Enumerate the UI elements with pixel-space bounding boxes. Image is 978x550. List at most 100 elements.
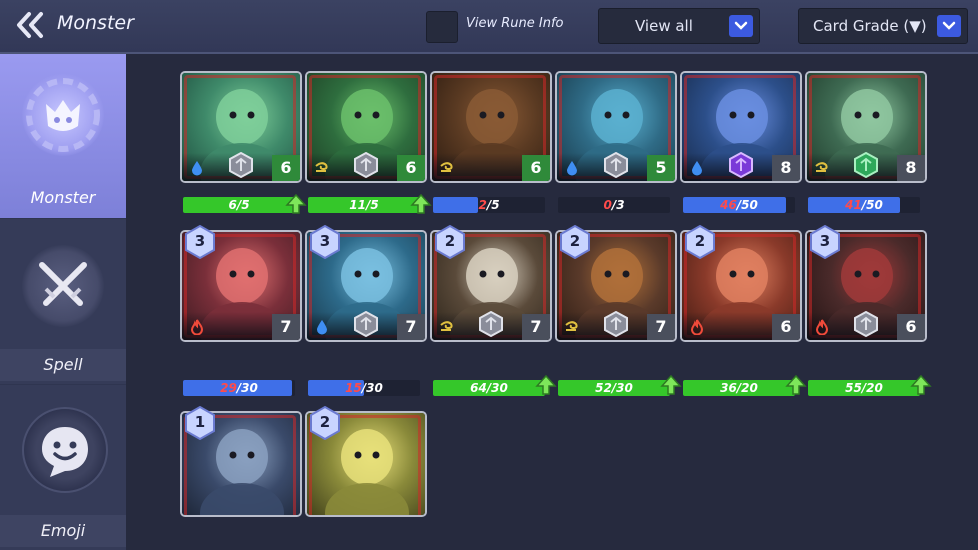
upgrade-arrow-icon[interactable] <box>410 193 432 215</box>
card-progress-bar: 64/30 <box>433 380 545 396</box>
progress-max: /30 <box>361 381 383 395</box>
progress-count: 52/30 <box>558 380 670 396</box>
filter-dropdown[interactable]: View all <box>598 8 760 44</box>
double-chevron-left-icon <box>17 12 43 38</box>
progress-max: /50 <box>861 198 883 212</box>
monster-card-owl-knight[interactable]: 6 <box>305 71 427 183</box>
green-rune-icon <box>853 151 879 179</box>
wind-element-icon <box>814 160 830 176</box>
progress-current: 46 <box>720 198 737 212</box>
upgrade-arrow-icon[interactable] <box>910 374 932 396</box>
page-title: Monster <box>57 12 134 34</box>
grade-number: 3 <box>819 232 831 250</box>
mana-cost: 6 <box>897 314 925 340</box>
card-progress-bar: 36/20 <box>683 380 795 396</box>
card-progress-bar: 46/50 <box>683 197 795 213</box>
upgrade-arrow-icon[interactable] <box>660 374 682 396</box>
grade-badge: 2 <box>434 225 466 259</box>
monster-card-dryad[interactable]: 8 <box>805 71 927 183</box>
progress-max: /5 <box>365 198 379 212</box>
upgrade-arrow-icon[interactable] <box>535 374 557 396</box>
monster-card-imp[interactable]: 8 <box>680 71 802 183</box>
view-rune-info-label[interactable]: View Rune Info <box>466 16 564 31</box>
card-progress-bar: 52/30 <box>558 380 670 396</box>
card-progress-bar: 41/50 <box>808 197 920 213</box>
progress-max: /5 <box>236 198 250 212</box>
progress-count: 55/20 <box>808 380 920 396</box>
top-bar: Monster View Rune Info View all Card Gra… <box>0 0 978 54</box>
view-rune-info-checkbox[interactable] <box>426 11 458 43</box>
filter-dropdown-value: View all <box>635 17 693 35</box>
tab-monster-label: Monster <box>30 188 96 207</box>
progress-max: /3 <box>611 198 625 212</box>
progress-count: 15/30 <box>308 380 420 396</box>
progress-count: 46/50 <box>683 197 795 213</box>
progress-count: 36/20 <box>683 380 795 396</box>
silver-rune-icon <box>853 310 879 338</box>
tab-emoji[interactable]: Emoji <box>0 385 126 550</box>
tab-emoji-label: Emoji <box>0 515 126 547</box>
upgrade-arrow-icon[interactable] <box>785 374 807 396</box>
grade-number: 3 <box>319 232 331 250</box>
fire-element-icon <box>689 319 705 336</box>
monster-card-bear[interactable]: 6 <box>430 71 552 183</box>
upgrade-arrow-icon[interactable] <box>285 193 307 215</box>
progress-count: 0/3 <box>558 197 670 213</box>
monster-card-mermaid[interactable]: 6 <box>180 71 302 183</box>
fire-element-icon <box>814 319 830 336</box>
sort-dropdown[interactable]: Card Grade (▼) <box>798 8 968 44</box>
progress-count: 64/30 <box>433 380 545 396</box>
progress-count: 29/30 <box>183 380 295 396</box>
monster-card-stone-golem[interactable]: 5 <box>555 71 677 183</box>
progress-count: 6/5 <box>183 197 295 213</box>
grade-badge: 3 <box>809 225 841 259</box>
tab-spell[interactable]: Spell <box>0 219 126 384</box>
mana-cost: 7 <box>647 314 675 340</box>
progress-max: /30 <box>611 381 633 395</box>
grade-number: 2 <box>569 232 581 250</box>
wind-element-icon <box>564 319 580 335</box>
progress-current: 36 <box>720 381 737 395</box>
grade-badge: 2 <box>684 225 716 259</box>
progress-max: /5 <box>486 198 500 212</box>
progress-max: /50 <box>736 198 758 212</box>
card-progress-bar: 55/20 <box>808 380 920 396</box>
mana-cost: 7 <box>397 314 425 340</box>
water-element-icon <box>189 160 205 176</box>
chevron-down-icon <box>729 15 753 37</box>
mana-cost: 6 <box>397 155 425 181</box>
mana-cost: 8 <box>772 155 800 181</box>
progress-current: 64 <box>470 381 487 395</box>
progress-max: /30 <box>236 381 258 395</box>
mana-cost: 5 <box>647 155 675 181</box>
grade-badge: 3 <box>309 225 341 259</box>
fire-element-icon <box>189 319 205 336</box>
grade-badge: 2 <box>309 406 341 440</box>
silver-rune-icon <box>353 151 379 179</box>
card-progress-bar: 29/30 <box>183 380 295 396</box>
mana-cost: 6 <box>272 155 300 181</box>
progress-current: 6 <box>228 198 237 212</box>
card-progress-bar: 6/5 <box>183 197 295 213</box>
progress-count: 11/5 <box>308 197 420 213</box>
tab-spell-label: Spell <box>0 349 126 381</box>
progress-current: 0 <box>603 198 612 212</box>
card-progress-bar: 11/5 <box>308 197 420 213</box>
chevron-down-icon <box>937 15 961 37</box>
silver-rune-icon <box>353 310 379 338</box>
progress-max: /20 <box>736 381 758 395</box>
card-progress-bar: 2/5 <box>433 197 545 213</box>
smile-icon <box>22 407 108 493</box>
wind-element-icon <box>439 160 455 176</box>
progress-current: 29 <box>220 381 237 395</box>
silver-rune-icon <box>478 310 504 338</box>
progress-current: 2 <box>478 198 487 212</box>
back-button[interactable] <box>14 10 48 40</box>
mana-cost: 8 <box>897 155 925 181</box>
progress-current: 11 <box>349 198 366 212</box>
progress-max: /20 <box>861 381 883 395</box>
tab-monster[interactable]: Monster <box>0 54 126 218</box>
progress-current: 15 <box>345 381 362 395</box>
mana-cost: 6 <box>772 314 800 340</box>
monster-icon <box>22 74 104 156</box>
